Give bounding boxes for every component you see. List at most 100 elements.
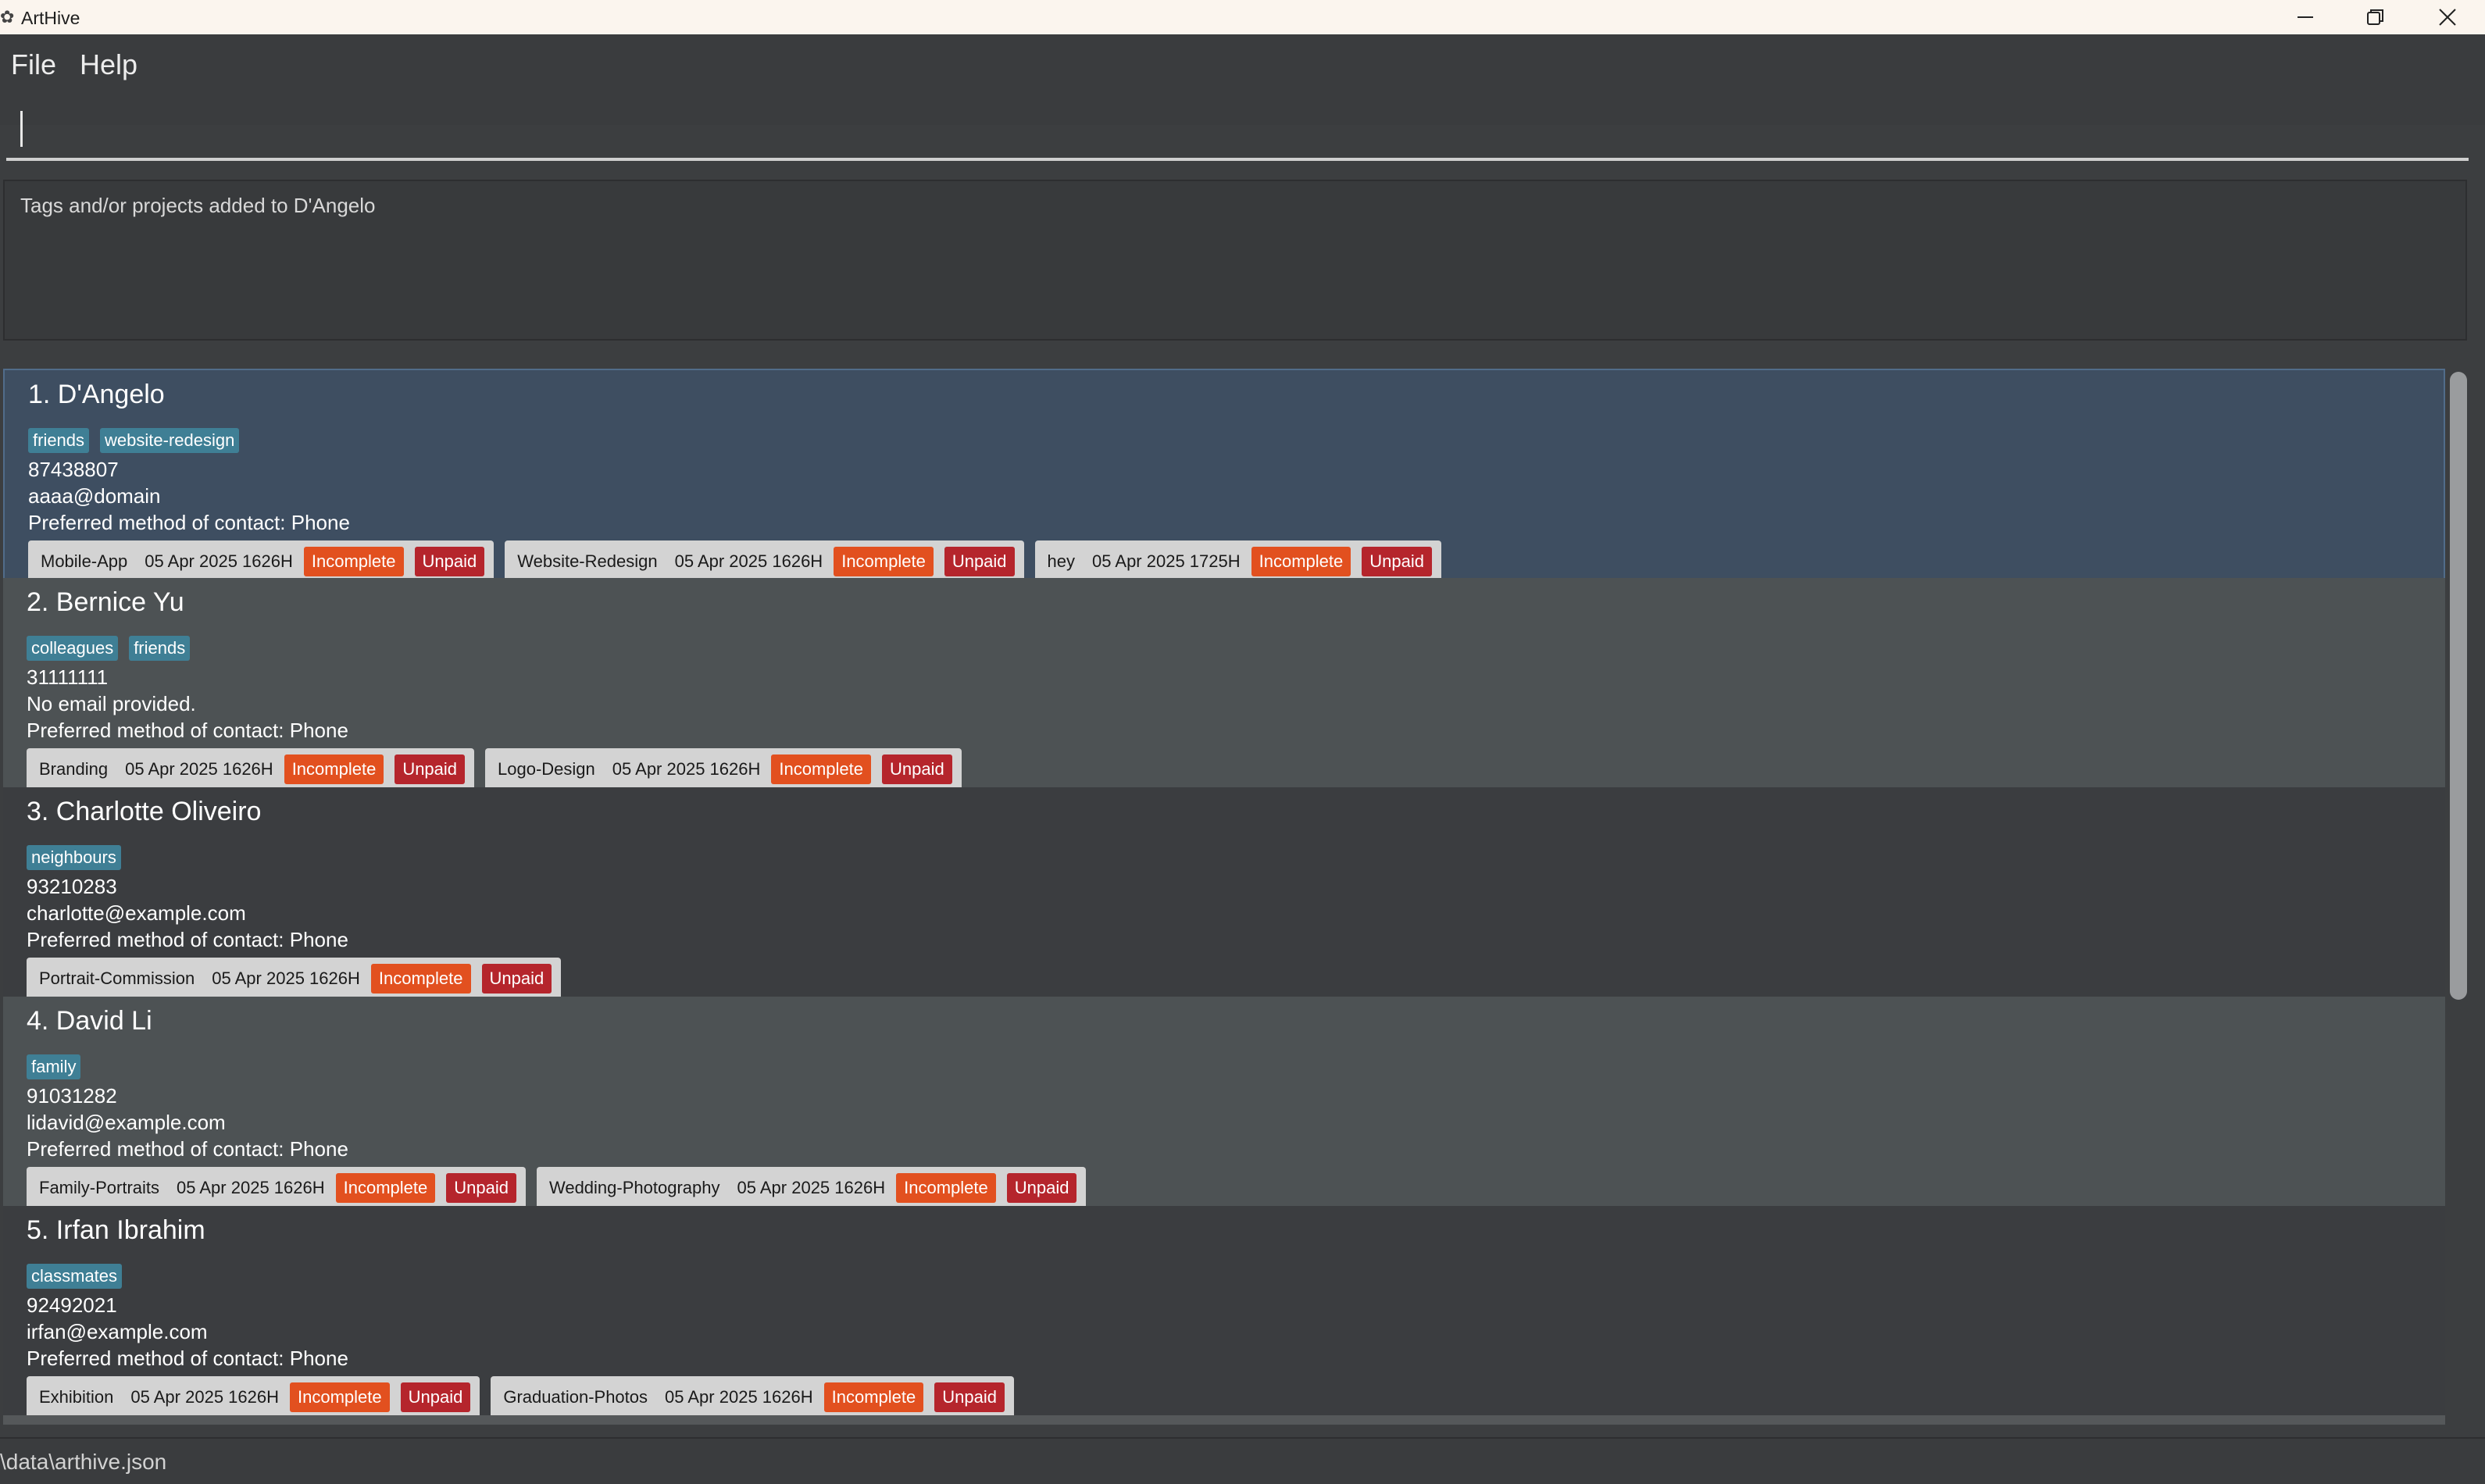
- tag-label: classmates: [27, 1264, 123, 1289]
- phone-number: 91031282: [27, 1084, 117, 1108]
- person-card[interactable]: 4. David Li family 91031282 lidavid@example…: [3, 997, 2445, 1209]
- vertical-scrollbar[interactable]: [2450, 372, 2467, 1000]
- tag-label: neighbours: [27, 845, 121, 870]
- person-card[interactable]: 3. Charlotte Oliveiro neighbours 93210283 c…: [3, 787, 2445, 1000]
- project-deadline: 05 Apr 2025 1626H: [674, 551, 823, 571]
- status-bar: \data\arthive.json: [0, 1437, 2485, 1484]
- project-chip: Family-Portraits 05 Apr 2025 1626H Incompl…: [27, 1167, 526, 1209]
- result-display: Tags and/or projects added to D'Angelo: [3, 180, 2467, 341]
- text-caret: [20, 111, 23, 147]
- tag-label: friends: [129, 636, 191, 661]
- email-address: aaaa@domain: [28, 484, 161, 508]
- completion-status-badge: Incomplete: [370, 964, 471, 993]
- payment-status-badge: Unpaid: [400, 1382, 471, 1412]
- tag-list: colleagues friends: [27, 636, 191, 661]
- tag-label: website-redesign: [100, 428, 240, 453]
- project-chip: Wedding-Photography 05 Apr 2025 1626H Inco…: [536, 1167, 1087, 1209]
- phone-number: 87438807: [28, 458, 119, 481]
- arthive-window: ✿ ArtHive File Help Tags and/or projects…: [0, 0, 2485, 1484]
- project-name: Portrait-Commission: [39, 969, 195, 988]
- project-name: Wedding-Photography: [548, 1178, 720, 1197]
- minimize-button[interactable]: [2270, 0, 2340, 34]
- payment-status-badge: Unpaid: [446, 1173, 516, 1203]
- person-card[interactable]: 1. D'Angelo friends website-redesign 874388…: [3, 369, 2445, 583]
- email-address: lidavid@example.com: [27, 1111, 226, 1134]
- completion-status-badge: Incomplete: [771, 754, 872, 784]
- person-name: 4. David Li: [27, 1006, 152, 1036]
- preferred-contact: Preferred method of contact: Phone: [27, 1137, 348, 1161]
- payment-status-badge: Unpaid: [882, 754, 952, 784]
- project-chip: Branding 05 Apr 2025 1626H Incomplete Unpai…: [27, 748, 475, 790]
- email-address: irfan@example.com: [27, 1320, 208, 1343]
- completion-status-badge: Incomplete: [1251, 547, 1351, 576]
- menu-help[interactable]: Help: [80, 45, 137, 84]
- project-name: hey: [1047, 551, 1076, 571]
- minimize-icon: [2298, 16, 2313, 18]
- title-bar[interactable]: ✿ ArtHive: [0, 0, 2485, 34]
- project-name: Mobile-App: [41, 551, 128, 571]
- restore-button[interactable]: [2340, 0, 2411, 34]
- tag-label: colleagues: [27, 636, 119, 661]
- tag-list: friends website-redesign: [28, 428, 240, 453]
- tag-list: family: [27, 1054, 81, 1079]
- completion-status-badge: Incomplete: [823, 1382, 924, 1412]
- close-button[interactable]: [2412, 0, 2483, 34]
- project-deadline: 05 Apr 2025 1626H: [145, 551, 293, 571]
- command-input[interactable]: [6, 98, 2469, 161]
- phone-number: 93210283: [27, 875, 117, 898]
- preferred-contact: Preferred method of contact: Phone: [27, 719, 348, 742]
- person-list[interactable]: 1. D'Angelo friends website-redesign 874388…: [0, 359, 2485, 1431]
- project-chip: Mobile-App 05 Apr 2025 1626H Incomplete Unp…: [28, 540, 495, 583]
- project-deadline: 05 Apr 2025 1626H: [612, 759, 761, 779]
- project-chip: hey 05 Apr 2025 1725H Incomplete Unpaid: [1034, 540, 1441, 583]
- person-name: 3. Charlotte Oliveiro: [27, 797, 262, 826]
- payment-status-badge: Unpaid: [1006, 1173, 1077, 1203]
- project-name: Family-Portraits: [39, 1178, 160, 1197]
- window-title: ArtHive: [21, 8, 80, 28]
- tag-list: classmates: [27, 1264, 123, 1289]
- email-address: No email provided.: [27, 692, 196, 715]
- email-address: charlotte@example.com: [27, 901, 246, 925]
- restore-icon: [2367, 9, 2383, 25]
- project-name: Exhibition: [39, 1387, 114, 1407]
- project-list: Branding 05 Apr 2025 1626H Incomplete Unpai…: [27, 748, 962, 790]
- project-deadline: 05 Apr 2025 1626H: [177, 1178, 325, 1197]
- project-chip: Portrait-Commission 05 Apr 2025 1626H Inco…: [27, 958, 562, 1000]
- project-name: Website-Redesign: [517, 551, 658, 571]
- completion-status-badge: Incomplete: [834, 547, 934, 576]
- project-chip: Logo-Design 05 Apr 2025 1626H Incomplete Un…: [485, 748, 962, 790]
- payment-status-badge: Unpaid: [944, 547, 1015, 576]
- project-list: Family-Portraits 05 Apr 2025 1626H Incompl…: [27, 1167, 1087, 1209]
- preferred-contact: Preferred method of contact: Phone: [28, 511, 350, 534]
- palette-icon: ✿: [0, 7, 15, 27]
- close-icon: [2439, 9, 2456, 26]
- person-card[interactable]: 5. Irfan Ibrahim classmates 92492021 irfan@…: [3, 1206, 2445, 1418]
- project-deadline: 05 Apr 2025 1626H: [125, 759, 273, 779]
- payment-status-badge: Unpaid: [395, 754, 466, 784]
- menu-file[interactable]: File: [11, 45, 56, 84]
- completion-status-badge: Incomplete: [335, 1173, 436, 1203]
- person-name: 2. Bernice Yu: [27, 587, 184, 617]
- tag-label: family: [27, 1054, 81, 1079]
- payment-status-badge: Unpaid: [934, 1382, 1005, 1412]
- project-chip: Exhibition 05 Apr 2025 1626H Incomplete Unp…: [27, 1376, 480, 1418]
- person-card[interactable]: 2. Bernice Yu colleagues friends 31111111 No…: [3, 578, 2445, 790]
- project-deadline: 05 Apr 2025 1626H: [212, 969, 360, 988]
- project-chip: Graduation-Photos 05 Apr 2025 1626H Incomp…: [491, 1376, 1014, 1418]
- tag-list: neighbours: [27, 845, 121, 870]
- project-list: Mobile-App 05 Apr 2025 1626H Incomplete Unp…: [28, 540, 1441, 583]
- project-name: Branding: [39, 759, 109, 779]
- project-name: Logo-Design: [498, 759, 595, 779]
- phone-number: 31111111: [27, 665, 109, 689]
- tag-label: friends: [28, 428, 90, 453]
- project-deadline: 05 Apr 2025 1725H: [1092, 551, 1241, 571]
- payment-status-badge: Unpaid: [1362, 547, 1432, 576]
- save-file-path: \data\arthive.json: [0, 1450, 167, 1474]
- person-name: 1. D'Angelo: [28, 380, 165, 409]
- project-name: Graduation-Photos: [503, 1387, 648, 1407]
- horizontal-scrollbar[interactable]: [3, 1415, 2445, 1425]
- person-name: 5. Irfan Ibrahim: [27, 1215, 205, 1245]
- phone-number: 92492021: [27, 1293, 117, 1317]
- completion-status-badge: Incomplete: [284, 754, 384, 784]
- preferred-contact: Preferred method of contact: Phone: [27, 1347, 348, 1370]
